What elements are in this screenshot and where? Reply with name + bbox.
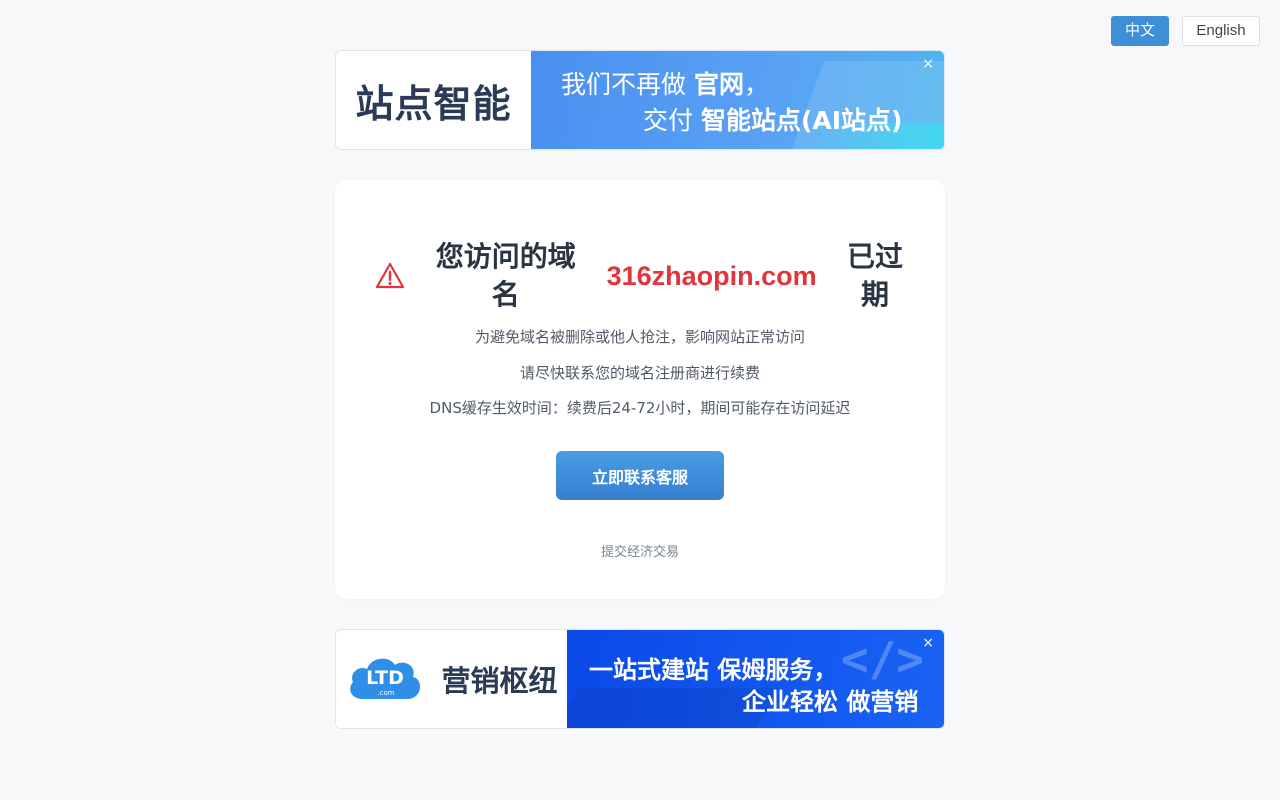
top-banner-line2-prefix: 交付 [643, 106, 701, 135]
top-banner-slogan-line2: 交付 智能站点(AI站点) [643, 101, 902, 137]
bottom-banner-line2-prefix: 企业轻松 [742, 688, 847, 716]
top-banner-slogan-line1: 我们不再做 官网， [561, 65, 769, 101]
warning-triangle-icon [375, 262, 405, 289]
bottom-ad-banner[interactable]: LTD .com 营销枢纽 </> 一站式建站 保姆服务， 企业轻松 做营销 × [335, 629, 945, 729]
bottom-banner-brand-panel: LTD .com 营销枢纽 [336, 630, 567, 728]
close-icon[interactable]: × [922, 57, 934, 71]
logo-text: LTD [367, 667, 405, 689]
bottom-banner-brand: 营销枢纽 [441, 664, 558, 698]
top-ad-banner[interactable]: 站点智能 我们不再做 官网， 交付 智能站点(AI站点) × [335, 50, 945, 150]
top-banner-slogan-panel: 我们不再做 官网， 交付 智能站点(AI站点) × [531, 51, 944, 149]
notice-line-2: 请尽快联系您的域名注册商进行续费 [519, 364, 760, 382]
top-banner-line1-suffix: ， [743, 70, 769, 99]
code-bracket-icon: </> [840, 632, 924, 686]
top-banner-line2-bold: 智能站点(AI站点) [700, 106, 903, 135]
logo-subtext: .com [378, 689, 395, 697]
bottom-banner-line1-prefix: 一站式建站 [589, 656, 718, 684]
language-chinese-button[interactable]: 中文 [1111, 16, 1169, 46]
bottom-banner-slogan-line1: 一站式建站 保姆服务， [589, 650, 837, 685]
page-title: 您访问的域名 316zhaopin.com 已过期 [375, 238, 905, 314]
domain-expired-card: 您访问的域名 316zhaopin.com 已过期 为避免域名被删除或他人抢注，… [335, 180, 945, 599]
language-switch: 中文 English [1111, 16, 1260, 46]
top-banner-brand: 站点智能 [355, 81, 512, 126]
headline-prefix: 您访问的域名 [435, 240, 576, 311]
top-banner-line1-bold: 官网 [693, 70, 744, 99]
top-banner-brand-panel: 站点智能 [336, 51, 531, 149]
expired-domain: 316zhaopin.com [606, 260, 817, 291]
bottom-banner-line1-bold: 保姆服务 [717, 656, 814, 684]
close-icon[interactable]: × [922, 636, 934, 650]
headline-suffix: 已过期 [846, 240, 903, 311]
submit-trade-link[interactable]: 提交经济交易 [335, 541, 945, 560]
bottom-banner-slogan-panel: </> 一站式建站 保姆服务， 企业轻松 做营销 × [567, 630, 944, 728]
top-banner-line1-prefix: 我们不再做 [561, 70, 694, 99]
ltd-cloud-logo: LTD .com [350, 658, 421, 699]
notice-line-1: 为避免域名被删除或他人抢注，影响网站正常访问 [474, 328, 805, 346]
contact-support-button[interactable]: 立即联系客服 [556, 451, 724, 500]
bottom-banner-line2-bold: 做营销 [846, 688, 919, 716]
bottom-banner-slogan-line2: 企业轻松 做营销 [742, 682, 918, 717]
notice-line-3: DNS缓存生效时间：续费后24-72小时，期间可能存在访问延迟 [429, 399, 851, 417]
bottom-banner-line1-suffix: ， [813, 656, 838, 684]
language-english-button[interactable]: English [1182, 16, 1260, 46]
